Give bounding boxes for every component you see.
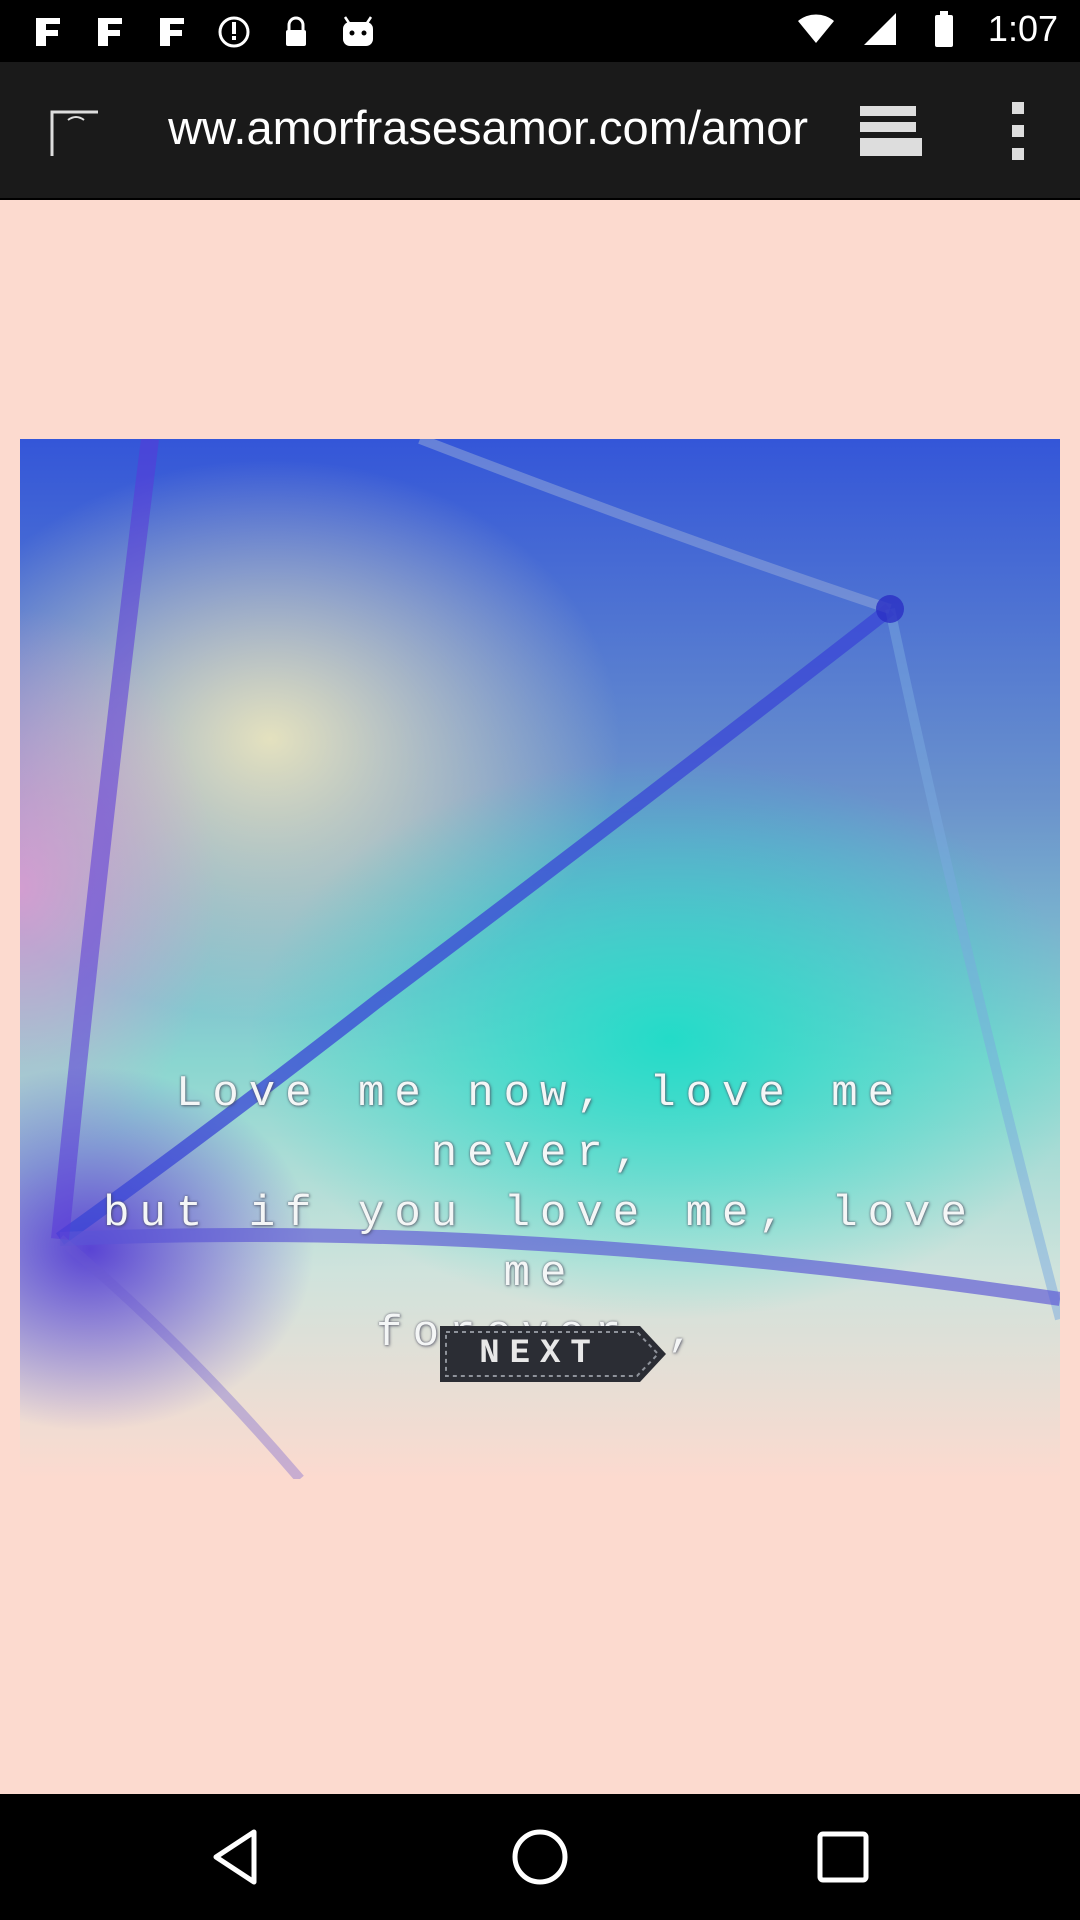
wifi-icon [796,9,836,49]
app-notification-icon [28,12,68,52]
battery-icon [924,9,964,49]
home-icon[interactable] [507,1824,573,1890]
quote-text: Love me now, love me never, but if you l… [103,1069,977,1359]
notification-icons [28,12,378,52]
web-page: Love me now, love me never, but if you l… [0,200,1080,1794]
sync-icon [214,12,254,52]
status-time: 1:07 [987,8,1058,49]
overflow-menu-icon[interactable] [1000,96,1036,166]
android-icon [338,12,378,52]
url-bar[interactable]: www.amorfrasesamor.com/amor [168,98,808,158]
back-icon[interactable] [204,1824,270,1890]
next-button[interactable]: NEXT [440,1324,670,1384]
lock-icon [276,12,316,52]
browser-toolbar: www.amorfrasesamor.com/amor [0,62,1080,262]
app-notification-icon [90,12,130,52]
next-label: NEXT [479,1335,601,1373]
recents-icon[interactable] [810,1824,876,1890]
status-bar: 1:07 [0,0,1080,62]
home-tab-icon[interactable] [48,104,104,160]
system-nav-bar [0,1794,1080,1920]
signal-icon [860,9,900,49]
quote-image: Love me now, love me never, but if you l… [20,439,1060,1479]
app-notification-icon [152,12,192,52]
tabs-icon[interactable] [856,102,926,160]
url-text: www.amorfrasesamor.com/amor [168,101,808,154]
